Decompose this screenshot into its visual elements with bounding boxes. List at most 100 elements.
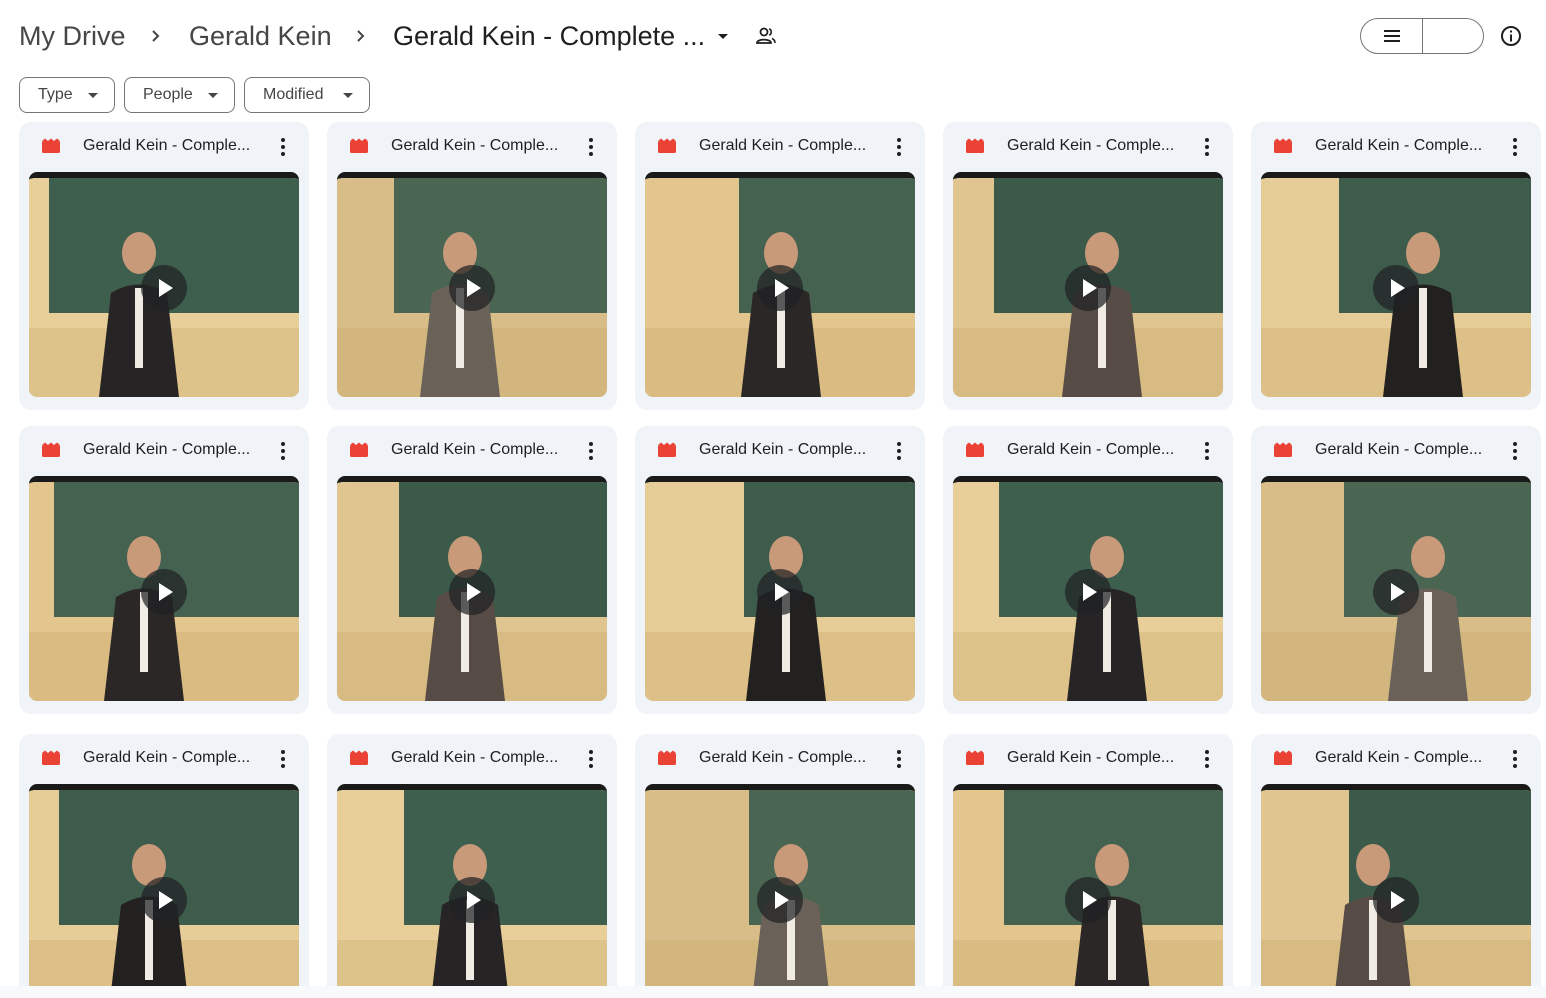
more-vert-icon[interactable] xyxy=(273,440,293,462)
video-file-icon xyxy=(42,442,60,457)
filter-type-chip[interactable]: Type xyxy=(19,77,115,113)
play-icon[interactable] xyxy=(757,264,803,311)
video-thumbnail[interactable] xyxy=(645,784,915,998)
more-vert-icon[interactable] xyxy=(1505,136,1525,158)
drive-header: My Drive Gerald Kein Gerald Kein - Compl… xyxy=(0,0,1546,70)
file-card-header: Gerald Kein - Comple... xyxy=(19,734,309,784)
caret-down-icon[interactable] xyxy=(718,34,728,39)
file-name: Gerald Kein - Comple... xyxy=(83,441,251,458)
play-icon[interactable] xyxy=(1373,264,1419,311)
file-name: Gerald Kein - Comple... xyxy=(83,749,251,766)
play-icon[interactable] xyxy=(141,568,187,615)
caret-down-icon xyxy=(343,93,353,98)
more-vert-icon[interactable] xyxy=(581,136,601,158)
file-card[interactable]: Gerald Kein - Comple... xyxy=(1251,426,1541,714)
more-vert-icon[interactable] xyxy=(273,748,293,770)
play-icon[interactable] xyxy=(1065,264,1111,311)
file-card-header: Gerald Kein - Comple... xyxy=(635,426,925,476)
video-file-icon xyxy=(350,750,368,765)
more-vert-icon[interactable] xyxy=(1197,748,1217,770)
file-name: Gerald Kein - Comple... xyxy=(1007,137,1175,154)
file-name: Gerald Kein - Comple... xyxy=(699,441,867,458)
more-vert-icon[interactable] xyxy=(1505,748,1525,770)
video-thumbnail[interactable] xyxy=(29,784,299,998)
play-icon[interactable] xyxy=(1373,568,1419,615)
filter-people-chip[interactable]: People xyxy=(124,77,235,113)
file-card[interactable]: Gerald Kein - Comple... xyxy=(635,122,925,410)
info-icon[interactable] xyxy=(1499,24,1523,48)
file-card[interactable]: Gerald Kein - Comple... xyxy=(1251,734,1541,998)
caret-down-icon xyxy=(208,93,218,98)
more-vert-icon[interactable] xyxy=(889,440,909,462)
video-thumbnail[interactable] xyxy=(645,476,915,701)
video-file-icon xyxy=(1274,138,1292,153)
video-thumbnail[interactable] xyxy=(29,172,299,397)
more-vert-icon[interactable] xyxy=(1197,136,1217,158)
file-card-header: Gerald Kein - Comple... xyxy=(327,122,617,172)
file-name: Gerald Kein - Comple... xyxy=(391,137,559,154)
file-card[interactable]: Gerald Kein - Comple... xyxy=(943,426,1233,714)
file-card[interactable]: Gerald Kein - Comple... xyxy=(19,122,309,410)
video-thumbnail[interactable] xyxy=(1261,476,1531,701)
people-icon[interactable] xyxy=(755,26,777,46)
video-thumbnail[interactable] xyxy=(1261,172,1531,397)
video-thumbnail[interactable] xyxy=(337,476,607,701)
play-icon[interactable] xyxy=(449,264,495,311)
play-icon[interactable] xyxy=(757,568,803,615)
breadcrumb-my-drive[interactable]: My Drive xyxy=(19,18,126,54)
breadcrumb-current-folder[interactable]: Gerald Kein - Complete ... xyxy=(393,18,705,54)
file-card[interactable]: Gerald Kein - Comple... xyxy=(635,426,925,714)
list-view-button[interactable] xyxy=(1361,19,1423,53)
video-file-icon xyxy=(966,750,984,765)
play-icon[interactable] xyxy=(449,568,495,615)
file-name: Gerald Kein - Comple... xyxy=(391,441,559,458)
video-thumbnail[interactable] xyxy=(953,172,1223,397)
file-card[interactable]: Gerald Kein - Comple... xyxy=(327,122,617,410)
file-card[interactable]: Gerald Kein - Comple... xyxy=(327,426,617,714)
file-name: Gerald Kein - Comple... xyxy=(391,749,559,766)
play-icon[interactable] xyxy=(1065,876,1111,923)
file-name: Gerald Kein - Comple... xyxy=(1007,441,1175,458)
file-card-header: Gerald Kein - Comple... xyxy=(1251,122,1541,172)
file-card[interactable]: Gerald Kein - Comple... xyxy=(19,426,309,714)
file-card[interactable]: Gerald Kein - Comple... xyxy=(1251,122,1541,410)
video-file-icon xyxy=(1274,750,1292,765)
file-card[interactable]: Gerald Kein - Comple... xyxy=(635,734,925,998)
more-vert-icon[interactable] xyxy=(1197,440,1217,462)
video-file-icon xyxy=(42,750,60,765)
video-file-icon xyxy=(658,138,676,153)
more-vert-icon[interactable] xyxy=(1505,440,1525,462)
video-thumbnail[interactable] xyxy=(645,172,915,397)
filter-modified-chip[interactable]: Modified xyxy=(244,77,370,113)
filter-people-label: People xyxy=(143,86,193,103)
file-card[interactable]: Gerald Kein - Comple... xyxy=(943,734,1233,998)
video-file-icon xyxy=(350,138,368,153)
file-card[interactable]: Gerald Kein - Comple... xyxy=(19,734,309,998)
more-vert-icon[interactable] xyxy=(273,136,293,158)
play-icon[interactable] xyxy=(141,264,187,311)
chevron-right-icon xyxy=(357,30,365,42)
video-file-icon xyxy=(966,138,984,153)
video-file-icon xyxy=(658,442,676,457)
play-icon[interactable] xyxy=(141,876,187,923)
video-thumbnail[interactable] xyxy=(337,784,607,998)
play-icon[interactable] xyxy=(757,876,803,923)
video-thumbnail[interactable] xyxy=(953,784,1223,998)
file-grid: Gerald Kein - Comple... Gerald Kein - Com… xyxy=(0,120,1546,998)
breadcrumb-gerald-kein[interactable]: Gerald Kein xyxy=(189,18,332,54)
more-vert-icon[interactable] xyxy=(581,440,601,462)
video-thumbnail[interactable] xyxy=(1261,784,1531,998)
video-thumbnail[interactable] xyxy=(29,476,299,701)
more-vert-icon[interactable] xyxy=(889,136,909,158)
play-icon[interactable] xyxy=(449,876,495,923)
more-vert-icon[interactable] xyxy=(581,748,601,770)
file-card[interactable]: Gerald Kein - Comple... xyxy=(943,122,1233,410)
more-vert-icon[interactable] xyxy=(889,748,909,770)
play-icon[interactable] xyxy=(1065,568,1111,615)
file-name: Gerald Kein - Comple... xyxy=(699,749,867,766)
file-card[interactable]: Gerald Kein - Comple... xyxy=(327,734,617,998)
video-thumbnail[interactable] xyxy=(953,476,1223,701)
file-name: Gerald Kein - Comple... xyxy=(1315,749,1483,766)
video-thumbnail[interactable] xyxy=(337,172,607,397)
play-icon[interactable] xyxy=(1373,876,1419,923)
